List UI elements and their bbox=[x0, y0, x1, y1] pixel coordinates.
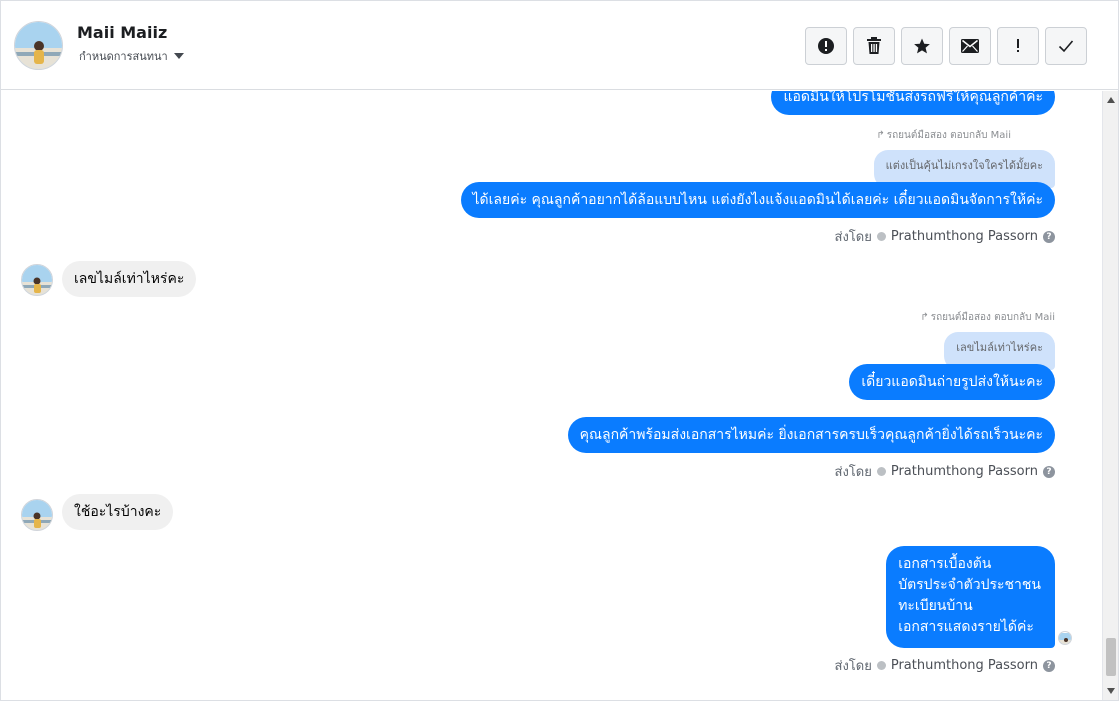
sent-by-label: ส่งโดย bbox=[834, 230, 872, 245]
message-text: คุณลูกค้าพร้อมส่งเอกสารไหมค่ะ ยิ่งเอกสาร… bbox=[579, 427, 1043, 443]
message-line: เอกสารแสดงรายได้ค่ะ bbox=[898, 619, 1034, 635]
outgoing-message[interactable]: เดี๋ยวแอดมินถ่ายรูปส่งให้นะคะ bbox=[849, 364, 1055, 400]
message-text: เดี๋ยวแอดมินถ่ายรูปส่งให้นะคะ bbox=[861, 374, 1043, 390]
outgoing-message[interactable]: ได้เลยค่ะ คุณลูกค้าอยากได้ล้อแบบไหน แต่ง… bbox=[460, 182, 1055, 218]
verified-icon bbox=[876, 232, 886, 241]
message-thread[interactable]: แอดมินให้โปรโมชั่นส่งรถฟรีให้คุณลูกค้าค่… bbox=[1, 91, 1102, 700]
envelope-icon bbox=[961, 39, 979, 53]
spam-button[interactable] bbox=[805, 27, 847, 65]
message-line: บัตรประจำตัวประชาชน bbox=[898, 577, 1041, 593]
incoming-message[interactable]: เลขไมล์เท่าไหร่คะ bbox=[62, 261, 197, 297]
conversation-toolbar bbox=[805, 27, 1087, 65]
message-line: เอกสารเบื้องต้น bbox=[898, 556, 992, 572]
quote-text: เลขไมล์เท่าไหร่คะ bbox=[956, 341, 1043, 354]
contact-name[interactable]: Maii Maiiz bbox=[77, 23, 167, 42]
mark-unread-button[interactable] bbox=[949, 27, 991, 65]
delete-button[interactable] bbox=[853, 27, 895, 65]
alert-circle-icon bbox=[818, 38, 834, 54]
sent-by-info: ส่งโดย Prathumthong Passorn ? bbox=[835, 655, 1055, 676]
trash-icon bbox=[867, 37, 881, 54]
reply-arrow-icon: ↱ bbox=[876, 130, 885, 141]
reply-note-text: รถยนต์มือสอง ตอบกลับ Maii bbox=[930, 312, 1055, 323]
message-text: แอดมินให้โปรโมชั่นส่งรถฟรีให้คุณลูกค้าค่… bbox=[783, 91, 1043, 105]
caret-down-icon bbox=[173, 53, 184, 59]
star-icon bbox=[914, 38, 930, 54]
help-icon[interactable]: ? bbox=[1043, 230, 1055, 243]
quote-text: แต่งเป็นคุ้นไม่เกรงใจใครได้มั้ยคะ bbox=[885, 159, 1043, 172]
contact-avatar[interactable] bbox=[14, 21, 63, 70]
mark-done-button[interactable] bbox=[1045, 27, 1087, 65]
conversation-settings-dropdown[interactable]: กำหนดการสนทนา bbox=[79, 47, 184, 65]
contact-avatar-small[interactable] bbox=[21, 499, 53, 531]
sent-by-info: ส่งโดย Prathumthong Passorn ? bbox=[835, 461, 1055, 482]
scroll-up-arrow-icon[interactable] bbox=[1107, 97, 1115, 103]
verified-icon bbox=[876, 467, 886, 476]
reply-note: ↱ รถยนต์มือสอง ตอบกลับ Maii bbox=[920, 310, 1055, 325]
reply-arrow-icon: ↱ bbox=[920, 312, 929, 323]
seen-indicator-avatar bbox=[1058, 631, 1072, 645]
messenger-window: Maii Maiiz กำหนดการสนทนา แอดมินให้โปรโมช… bbox=[0, 0, 1119, 701]
contact-avatar-small[interactable] bbox=[21, 264, 53, 296]
outgoing-message[interactable]: คุณลูกค้าพร้อมส่งเอกสารไหมค่ะ ยิ่งเอกสาร… bbox=[567, 417, 1055, 453]
help-icon[interactable]: ? bbox=[1043, 465, 1055, 478]
sent-by-info: ส่งโดย Prathumthong Passorn ? bbox=[835, 226, 1055, 247]
important-button[interactable] bbox=[997, 27, 1039, 65]
checkmark-icon bbox=[1058, 40, 1074, 53]
star-button[interactable] bbox=[901, 27, 943, 65]
outgoing-message[interactable]: แอดมินให้โปรโมชั่นส่งรถฟรีให้คุณลูกค้าค่… bbox=[771, 91, 1055, 115]
thread-scrollbar[interactable] bbox=[1102, 91, 1118, 700]
incoming-message[interactable]: ใช้อะไรบ้างคะ bbox=[62, 494, 174, 530]
sender-name[interactable]: Prathumthong Passorn bbox=[891, 658, 1038, 673]
message-text: เลขไมล์เท่าไหร่คะ bbox=[74, 271, 185, 287]
scroll-down-arrow-icon[interactable] bbox=[1107, 688, 1115, 694]
reply-note-text: รถยนต์มือสอง ตอบกลับ Maii bbox=[886, 130, 1011, 141]
sent-by-label: ส่งโดย bbox=[834, 465, 872, 480]
scrollbar-thumb[interactable] bbox=[1106, 638, 1116, 676]
conversation-settings-label: กำหนดการสนทนา bbox=[79, 50, 168, 63]
exclamation-icon bbox=[1017, 39, 1019, 52]
message-line: ทะเบียนบ้าน bbox=[898, 598, 973, 614]
reply-note: ↱ รถยนต์มือสอง ตอบกลับ Maii bbox=[876, 128, 1011, 143]
help-icon[interactable]: ? bbox=[1043, 659, 1055, 672]
message-text: ใช้อะไรบ้างคะ bbox=[74, 504, 162, 520]
outgoing-message[interactable]: เอกสารเบื้องต้น บัตรประจำตัวประชาชน ทะเบ… bbox=[886, 546, 1055, 648]
sender-name[interactable]: Prathumthong Passorn bbox=[891, 229, 1038, 244]
verified-icon bbox=[876, 661, 886, 670]
sender-name[interactable]: Prathumthong Passorn bbox=[891, 464, 1038, 479]
conversation-header: Maii Maiiz กำหนดการสนทนา bbox=[1, 1, 1118, 90]
sent-by-label: ส่งโดย bbox=[834, 659, 872, 674]
message-text: ได้เลยค่ะ คุณลูกค้าอยากได้ล้อแบบไหน แต่ง… bbox=[472, 192, 1043, 208]
